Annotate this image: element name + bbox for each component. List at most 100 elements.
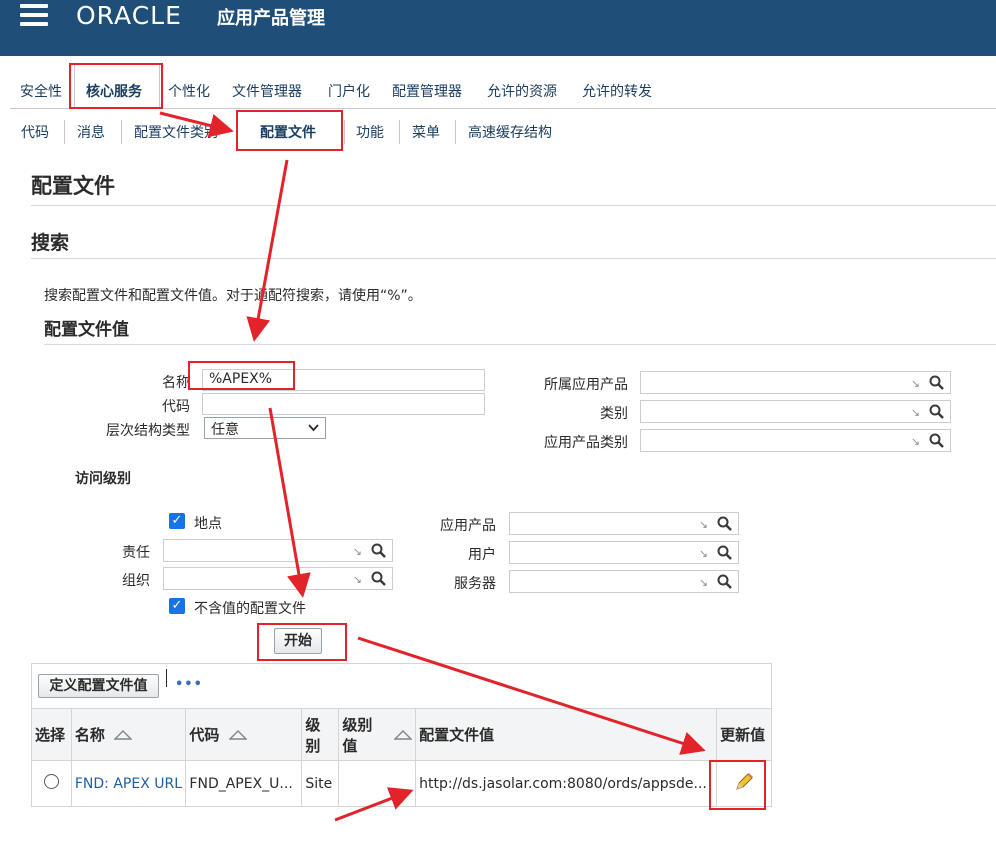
app-product-label: 所属应用产品 bbox=[544, 377, 628, 393]
code-label: 代码 bbox=[162, 399, 190, 415]
tab-file-manager[interactable]: 文件管理器 bbox=[232, 81, 302, 101]
no-value-label: 不含值的配置文件 bbox=[194, 601, 306, 617]
subtab-profile-category[interactable]: 配置文件类别 bbox=[134, 122, 218, 142]
select-cell bbox=[31, 760, 72, 807]
col-name[interactable]: 名称 bbox=[70, 708, 187, 761]
code-cell: FND_APEX_U... bbox=[185, 760, 303, 807]
tab-config-manager[interactable]: 配置管理器 bbox=[392, 81, 462, 101]
access-level-label: 访问级别 bbox=[75, 471, 131, 487]
profile-value-cell: http://ds.jasolar.com:8080/ords/appsde..… bbox=[415, 760, 718, 807]
level-cell: Site bbox=[301, 760, 340, 807]
lov-arrow-icon: ↘ bbox=[352, 545, 362, 558]
lov-arrow-icon: ↘ bbox=[698, 576, 708, 589]
search-instruction: 搜索配置文件和配置文件值。对于通配符搜索，请使用“%”。 bbox=[44, 288, 422, 304]
user-lov[interactable]: ↘ bbox=[509, 541, 739, 564]
subtab-separator bbox=[455, 120, 456, 144]
col-code-label: 代码 bbox=[189, 726, 220, 744]
col-profile-value: 配置文件值 bbox=[415, 708, 718, 761]
annotation-box-go bbox=[257, 623, 347, 661]
col-level-value-label: 级别值 bbox=[342, 715, 373, 755]
subtab-separator bbox=[399, 120, 400, 144]
search-icon[interactable] bbox=[370, 542, 388, 560]
tab-portal[interactable]: 门户化 bbox=[328, 81, 370, 101]
sort-triangle-icon[interactable] bbox=[113, 730, 133, 740]
table-header-row: 选择 名称 代码 级别 级别值 配置文件值 更新值 bbox=[31, 708, 772, 761]
col-update-value: 更新值 bbox=[716, 708, 772, 761]
oracle-logo: ORACLE bbox=[76, 1, 182, 30]
profile-values-title: 配置文件值 bbox=[44, 320, 129, 340]
more-actions-button[interactable]: ••• bbox=[175, 677, 203, 692]
app-header: ORACLE 应用产品管理 bbox=[0, 0, 996, 56]
col-level: 级别 bbox=[301, 708, 340, 761]
col-code[interactable]: 代码 bbox=[185, 708, 303, 761]
col-level-value[interactable]: 级别值 bbox=[338, 708, 417, 761]
search-icon[interactable] bbox=[928, 374, 946, 392]
hierarchy-type-value: 任意 bbox=[211, 422, 239, 438]
tab-security[interactable]: 安全性 bbox=[20, 81, 62, 101]
sort-triangle-icon[interactable] bbox=[227, 730, 248, 740]
annotation-arrow bbox=[246, 159, 289, 342]
search-icon[interactable] bbox=[928, 403, 946, 421]
title-divider bbox=[31, 205, 996, 206]
level-value-cell bbox=[338, 760, 417, 807]
search-icon[interactable] bbox=[716, 573, 734, 591]
tab-allowed-forwards[interactable]: 允许的转发 bbox=[582, 81, 652, 101]
subtab-cache-structure[interactable]: 高速缓存结构 bbox=[468, 122, 552, 142]
site-label: 地点 bbox=[194, 516, 222, 532]
app-product-lov[interactable]: ↘ bbox=[640, 371, 951, 394]
responsibility-lov[interactable]: ↘ bbox=[163, 539, 393, 562]
subtab-separator bbox=[121, 120, 122, 144]
subtab-functions[interactable]: 功能 bbox=[356, 122, 384, 142]
subtab-separator bbox=[64, 120, 65, 144]
no-value-checkbox[interactable]: ✓ bbox=[169, 598, 185, 614]
search-divider bbox=[31, 258, 996, 259]
hierarchy-type-select[interactable]: 任意 bbox=[204, 417, 326, 439]
page-title: 配置文件 bbox=[31, 174, 115, 198]
annotation-box-core-services bbox=[69, 63, 163, 109]
row-select-radio[interactable] bbox=[43, 774, 59, 789]
tab-personalization[interactable]: 个性化 bbox=[168, 81, 210, 101]
organization-lov[interactable]: ↘ bbox=[163, 567, 393, 590]
col-name-label: 名称 bbox=[74, 726, 105, 744]
search-icon[interactable] bbox=[716, 515, 734, 533]
search-icon[interactable] bbox=[928, 432, 946, 450]
profile-values-divider bbox=[44, 344, 996, 345]
hierarchy-type-label: 层次结构类型 bbox=[106, 423, 190, 439]
subtab-separator bbox=[344, 120, 345, 144]
chevron-down-icon bbox=[308, 424, 319, 432]
app-category-lov[interactable]: ↘ bbox=[640, 429, 951, 452]
subtab-messages[interactable]: 消息 bbox=[77, 122, 105, 142]
site-checkbox[interactable]: ✓ bbox=[169, 513, 185, 529]
subtab-menus[interactable]: 菜单 bbox=[412, 122, 440, 142]
sort-triangle-icon[interactable] bbox=[394, 730, 413, 740]
application-label: 应用产品 bbox=[440, 518, 496, 534]
lov-arrow-icon: ↘ bbox=[352, 573, 362, 586]
user-label: 用户 bbox=[468, 547, 496, 563]
col-select: 选择 bbox=[31, 708, 72, 761]
organization-label: 组织 bbox=[122, 573, 150, 589]
results-table: 选择 名称 代码 级别 级别值 配置文件值 更新值 FND: APEX URL … bbox=[31, 708, 772, 807]
responsibility-label: 责任 bbox=[122, 545, 150, 561]
search-icon[interactable] bbox=[716, 544, 734, 562]
name-label: 名称 bbox=[162, 375, 190, 391]
application-lov[interactable]: ↘ bbox=[509, 512, 739, 535]
category-label: 类别 bbox=[600, 406, 628, 422]
server-lov[interactable]: ↘ bbox=[509, 570, 739, 593]
name-link[interactable]: FND: APEX URL bbox=[70, 760, 187, 807]
code-input[interactable] bbox=[202, 393, 485, 415]
lov-arrow-icon: ↘ bbox=[910, 406, 920, 419]
lov-arrow-icon: ↘ bbox=[910, 435, 920, 448]
tab-allowed-resources[interactable]: 允许的资源 bbox=[487, 81, 557, 101]
hamburger-menu-icon[interactable] bbox=[20, 4, 48, 26]
category-lov[interactable]: ↘ bbox=[640, 400, 951, 423]
annotation-box-name bbox=[188, 361, 295, 390]
subtab-code[interactable]: 代码 bbox=[21, 122, 49, 142]
define-profile-value-button[interactable]: 定义配置文件值 bbox=[38, 674, 159, 698]
annotation-box-edit bbox=[709, 760, 766, 810]
lov-arrow-icon: ↘ bbox=[910, 377, 920, 390]
app-title: 应用产品管理 bbox=[217, 8, 325, 29]
server-label: 服务器 bbox=[454, 576, 496, 592]
search-icon[interactable] bbox=[370, 570, 388, 588]
lov-arrow-icon: ↘ bbox=[698, 547, 708, 560]
app-category-label: 应用产品类别 bbox=[544, 435, 628, 451]
